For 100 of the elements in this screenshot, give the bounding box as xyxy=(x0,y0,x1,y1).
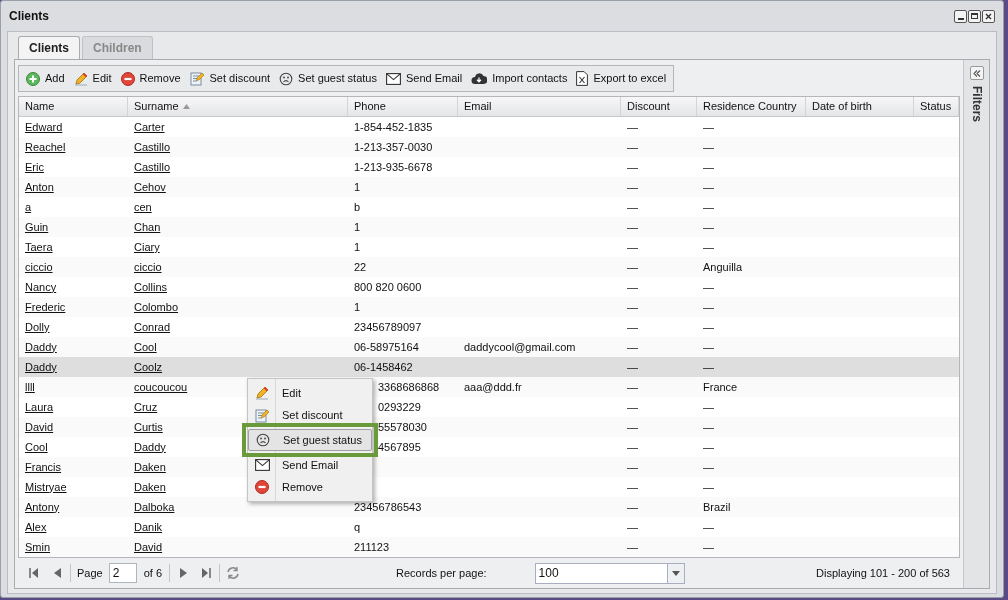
column-header[interactable]: Status xyxy=(914,97,959,116)
table-row[interactable]: Antony Dalboka 23456786543 — Brazil xyxy=(19,497,959,517)
surname-link[interactable]: Collins xyxy=(134,280,167,293)
table-row[interactable]: Anton Cehov 1 — — xyxy=(19,177,959,197)
display-info: Displaying 101 - 200 of 563 xyxy=(816,565,951,581)
discount-cell: — xyxy=(627,460,638,473)
name-link[interactable]: David xyxy=(25,420,54,433)
surname-link[interactable]: Daken xyxy=(134,480,166,493)
name-link[interactable]: Guin xyxy=(25,220,49,233)
page-field[interactable]: 2 xyxy=(108,563,137,583)
surname-link[interactable]: Chan xyxy=(134,220,161,233)
name-link[interactable]: Alex xyxy=(25,520,47,533)
menu-item[interactable]: Set guest status xyxy=(248,429,372,451)
double-chevron-icon xyxy=(972,69,981,77)
minimize-button[interactable] xyxy=(954,9,967,23)
surname-link[interactable]: Danik xyxy=(134,520,163,533)
toolbar-button[interactable]: Set guest status xyxy=(275,67,381,90)
surname-link[interactable]: Carter xyxy=(134,120,165,133)
column-header[interactable]: Discount xyxy=(621,97,697,116)
surname-link[interactable]: coucoucou xyxy=(134,380,188,393)
table-row[interactable]: Daddy Coolz 06-1458462 — — xyxy=(19,357,959,377)
column-header[interactable]: Phone xyxy=(348,97,458,116)
cloud-download-icon xyxy=(471,72,488,85)
name-link[interactable]: Frederic xyxy=(25,300,66,313)
name-link[interactable]: Nancy xyxy=(25,280,57,293)
surname-link[interactable]: Cruz xyxy=(134,400,158,413)
country-cell: — xyxy=(703,180,714,193)
discount-cell: — xyxy=(627,300,638,313)
surname-link[interactable]: Daken xyxy=(134,460,166,473)
name-link[interactable]: llll xyxy=(25,380,35,393)
surname-link[interactable]: Coolz xyxy=(134,360,163,373)
close-button[interactable] xyxy=(982,9,995,23)
column-header[interactable]: Email xyxy=(458,97,621,116)
surname-link[interactable]: Dalboka xyxy=(134,500,175,513)
menu-item[interactable]: Remove xyxy=(248,476,372,498)
expand-button[interactable] xyxy=(969,66,984,80)
maximize-button[interactable] xyxy=(968,9,981,23)
tab[interactable]: Clients xyxy=(18,36,80,59)
country-cell: — xyxy=(703,420,714,433)
surname-link[interactable]: Castillo xyxy=(134,160,171,173)
table-row[interactable]: Frederic Colombo 1 — — xyxy=(19,297,959,317)
form-pencil-icon xyxy=(189,71,205,86)
phone-cell: 1 xyxy=(354,240,361,253)
name-link[interactable]: Taera xyxy=(25,240,53,253)
name-link[interactable]: Laura xyxy=(25,400,54,413)
column-header[interactable]: Name xyxy=(19,97,128,116)
toolbar-button[interactable]: Set discount xyxy=(185,67,275,90)
toolbar-button[interactable]: Edit xyxy=(69,67,116,90)
toolbar-button[interactable]: Remove xyxy=(116,67,185,90)
name-link[interactable]: Reachel xyxy=(25,140,66,153)
filters-label[interactable]: Filters xyxy=(967,86,986,122)
country-cell: — xyxy=(703,280,714,293)
name-link[interactable]: Eric xyxy=(25,160,44,173)
surname-link[interactable]: cen xyxy=(134,200,152,213)
table-row[interactable]: Guin Chan 1 — — xyxy=(19,217,959,237)
surname-link[interactable]: Castillo xyxy=(134,140,171,153)
phone-cell: 1 xyxy=(354,300,361,313)
name-link[interactable]: ciccio xyxy=(25,260,53,273)
column-header[interactable]: Date of birth xyxy=(806,97,914,116)
column-header[interactable]: Residence Country xyxy=(697,97,806,116)
surname-link[interactable]: David xyxy=(134,540,163,553)
name-link[interactable]: Edward xyxy=(25,120,63,133)
table-row[interactable]: Reachel Castillo 1-213-357-0030 — — xyxy=(19,137,959,157)
toolbar-button[interactable]: Export to excel xyxy=(572,67,671,90)
toolbar-button[interactable]: Add xyxy=(22,67,69,90)
surname-link[interactable]: Daddy xyxy=(134,440,166,453)
records-per-page-dropdown[interactable]: 100 xyxy=(534,562,685,584)
phone-cell: 800 820 0600 xyxy=(354,280,422,293)
country-cell: — xyxy=(703,140,714,153)
surname-link[interactable]: Cool xyxy=(134,340,157,353)
name-link[interactable]: Daddy xyxy=(25,360,57,373)
surname-link[interactable]: Ciary xyxy=(134,240,160,253)
name-link[interactable]: Antony xyxy=(25,500,60,513)
table-row[interactable]: Daddy Cool 06-58975164 daddycool@gmail.com — — xyxy=(19,337,959,357)
column-header[interactable]: Surname xyxy=(128,97,348,116)
phone-cell: q xyxy=(354,520,361,533)
surname-link[interactable]: Conrad xyxy=(134,320,171,333)
toolbar-button[interactable]: Import contacts xyxy=(467,67,572,90)
country-cell: — xyxy=(703,200,714,213)
name-link[interactable]: a xyxy=(25,200,32,213)
surname-link[interactable]: Colombo xyxy=(134,300,179,313)
name-link[interactable]: Francis xyxy=(25,460,62,473)
discount-cell: — xyxy=(627,540,638,553)
surname-link[interactable]: Curtis xyxy=(134,420,163,433)
discount-cell: — xyxy=(627,280,638,293)
table-row[interactable]: Smin David 211123 — — xyxy=(19,537,959,557)
discount-cell: — xyxy=(627,520,638,533)
menu-item[interactable]: Send Email xyxy=(248,454,372,476)
surname-link[interactable]: Cehov xyxy=(134,180,166,193)
name-link[interactable]: Anton xyxy=(25,180,54,193)
surname-link[interactable]: ciccio xyxy=(134,260,162,273)
toolbar-button[interactable]: Send Email xyxy=(381,67,467,90)
phone-cell: 1-854-452-1835 xyxy=(354,120,433,133)
name-link[interactable]: Mistryae xyxy=(25,480,67,493)
discount-cell: — xyxy=(627,200,638,213)
table-row[interactable]: ciccio ciccio 22 — Anguilla xyxy=(19,257,959,277)
name-link[interactable]: Daddy xyxy=(25,340,57,353)
name-link[interactable]: Cool xyxy=(25,440,48,453)
name-link[interactable]: Dolly xyxy=(25,320,50,333)
name-link[interactable]: Smin xyxy=(25,540,51,553)
